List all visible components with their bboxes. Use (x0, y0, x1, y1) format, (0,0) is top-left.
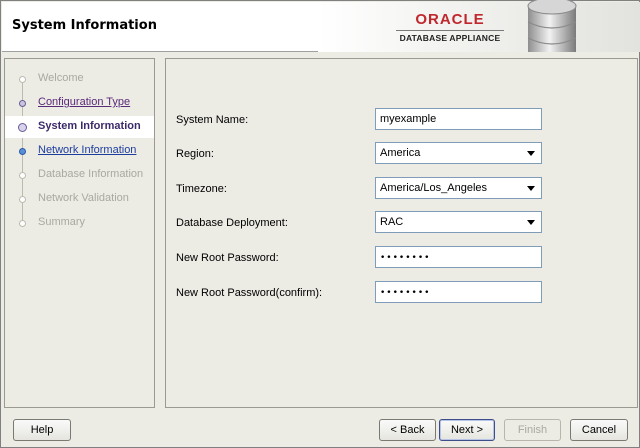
cancel-button[interactable]: Cancel (570, 419, 628, 441)
deployment-select[interactable]: RAC (375, 211, 542, 233)
step-configuration-type[interactable]: Configuration Type (5, 92, 154, 114)
installer-window: System Information ORACLE DATABASE APPLI… (0, 0, 640, 448)
root-password-mask: •••••••• (380, 253, 431, 263)
step-label: Database Information (38, 168, 144, 180)
brand-divider (396, 30, 504, 31)
step-navigator: Welcome Configuration Type System Inform… (4, 58, 155, 408)
step-label: Network Validation (38, 192, 129, 204)
form-panel: System Name: myexample Region: America T… (165, 58, 638, 408)
page-title: System Information (12, 18, 157, 33)
step-label[interactable]: Network Information (38, 144, 136, 156)
step-network-information[interactable]: Network Information (5, 140, 154, 162)
timezone-select[interactable]: America/Los_Angeles (375, 177, 542, 199)
system-name-input[interactable]: myexample (375, 108, 542, 130)
brand-name: ORACLE (415, 11, 485, 28)
deployment-value: RAC (380, 216, 404, 228)
root-password-label: New Root Password: (176, 252, 279, 264)
step-label: Summary (38, 216, 86, 228)
brand-subtitle: DATABASE APPLIANCE (399, 33, 501, 43)
database-cylinder-icon (527, 0, 577, 52)
next-button[interactable]: Next > (439, 419, 495, 441)
root-password-confirm-input[interactable]: •••••••• (375, 281, 542, 303)
step-welcome: Welcome (5, 68, 154, 90)
step-system-information: System Information (5, 116, 154, 138)
step-node-icon (19, 100, 26, 107)
chevron-down-icon[interactable] (527, 186, 535, 191)
root-password-confirm-mask: •••••••• (380, 288, 431, 298)
region-label: Region: (176, 148, 214, 160)
step-node-icon (19, 148, 26, 155)
root-password-confirm-label: New Root Password(confirm): (176, 287, 323, 299)
region-value: America (380, 147, 421, 159)
step-label: System Information (38, 120, 141, 132)
step-label: Welcome (38, 72, 84, 84)
finish-button[interactable]: Finish (504, 419, 561, 441)
system-name-label: System Name: (176, 114, 249, 126)
step-database-information: Database Information (5, 164, 154, 186)
step-network-validation: Network Validation (5, 188, 154, 210)
chevron-down-icon[interactable] (527, 151, 535, 156)
chevron-down-icon[interactable] (527, 220, 535, 225)
back-button[interactable]: < Back (379, 419, 436, 441)
step-summary: Summary (5, 212, 154, 234)
timezone-label: Timezone: (176, 183, 227, 195)
timezone-value: America/Los_Angeles (380, 182, 488, 194)
step-node-icon (19, 196, 26, 203)
deployment-label: Database Deployment: (176, 217, 288, 229)
step-node-icon (19, 220, 26, 227)
header-banner: System Information ORACLE DATABASE APPLI… (2, 0, 640, 52)
root-password-input[interactable]: •••••••• (375, 246, 542, 268)
step-node-icon (19, 76, 26, 83)
step-node-current-icon (18, 123, 27, 132)
help-button[interactable]: Help (13, 419, 71, 441)
region-select[interactable]: America (375, 142, 542, 164)
step-node-icon (19, 172, 26, 179)
step-label[interactable]: Configuration Type (38, 96, 130, 108)
brand-logo: ORACLE DATABASE APPLIANCE (390, 11, 510, 43)
